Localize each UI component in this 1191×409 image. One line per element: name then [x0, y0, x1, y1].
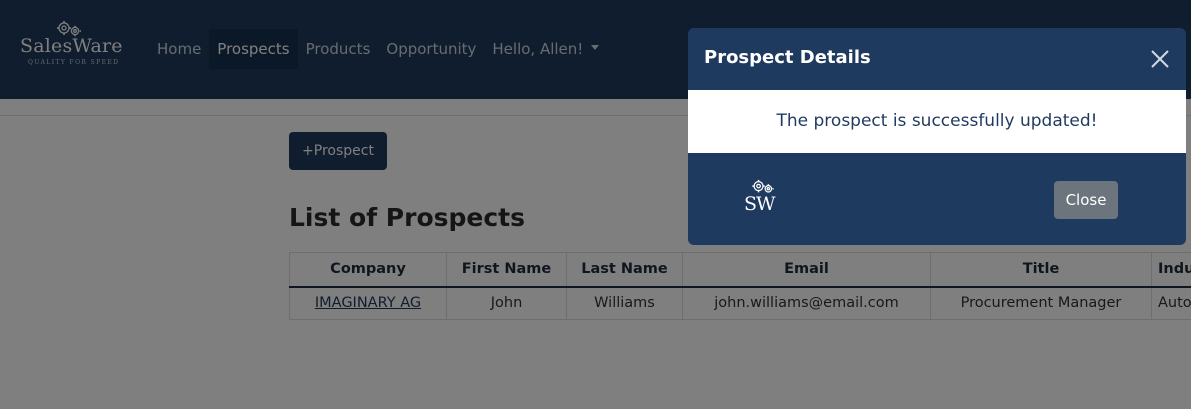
modal-body: The prospect is successfully updated! [688, 90, 1186, 153]
footer-logo-text: SW [744, 193, 776, 215]
modal-footer: SW Close [688, 153, 1186, 245]
modal-header: Prospect Details [688, 28, 1186, 90]
close-icon[interactable] [1149, 48, 1171, 70]
modal-title: Prospect Details [704, 47, 871, 68]
prospect-details-modal: Prospect Details The prospect is success… [688, 28, 1186, 245]
success-message: The prospect is successfully updated! [776, 111, 1098, 131]
close-button[interactable]: Close [1054, 181, 1118, 219]
footer-logo: SW [744, 179, 782, 215]
